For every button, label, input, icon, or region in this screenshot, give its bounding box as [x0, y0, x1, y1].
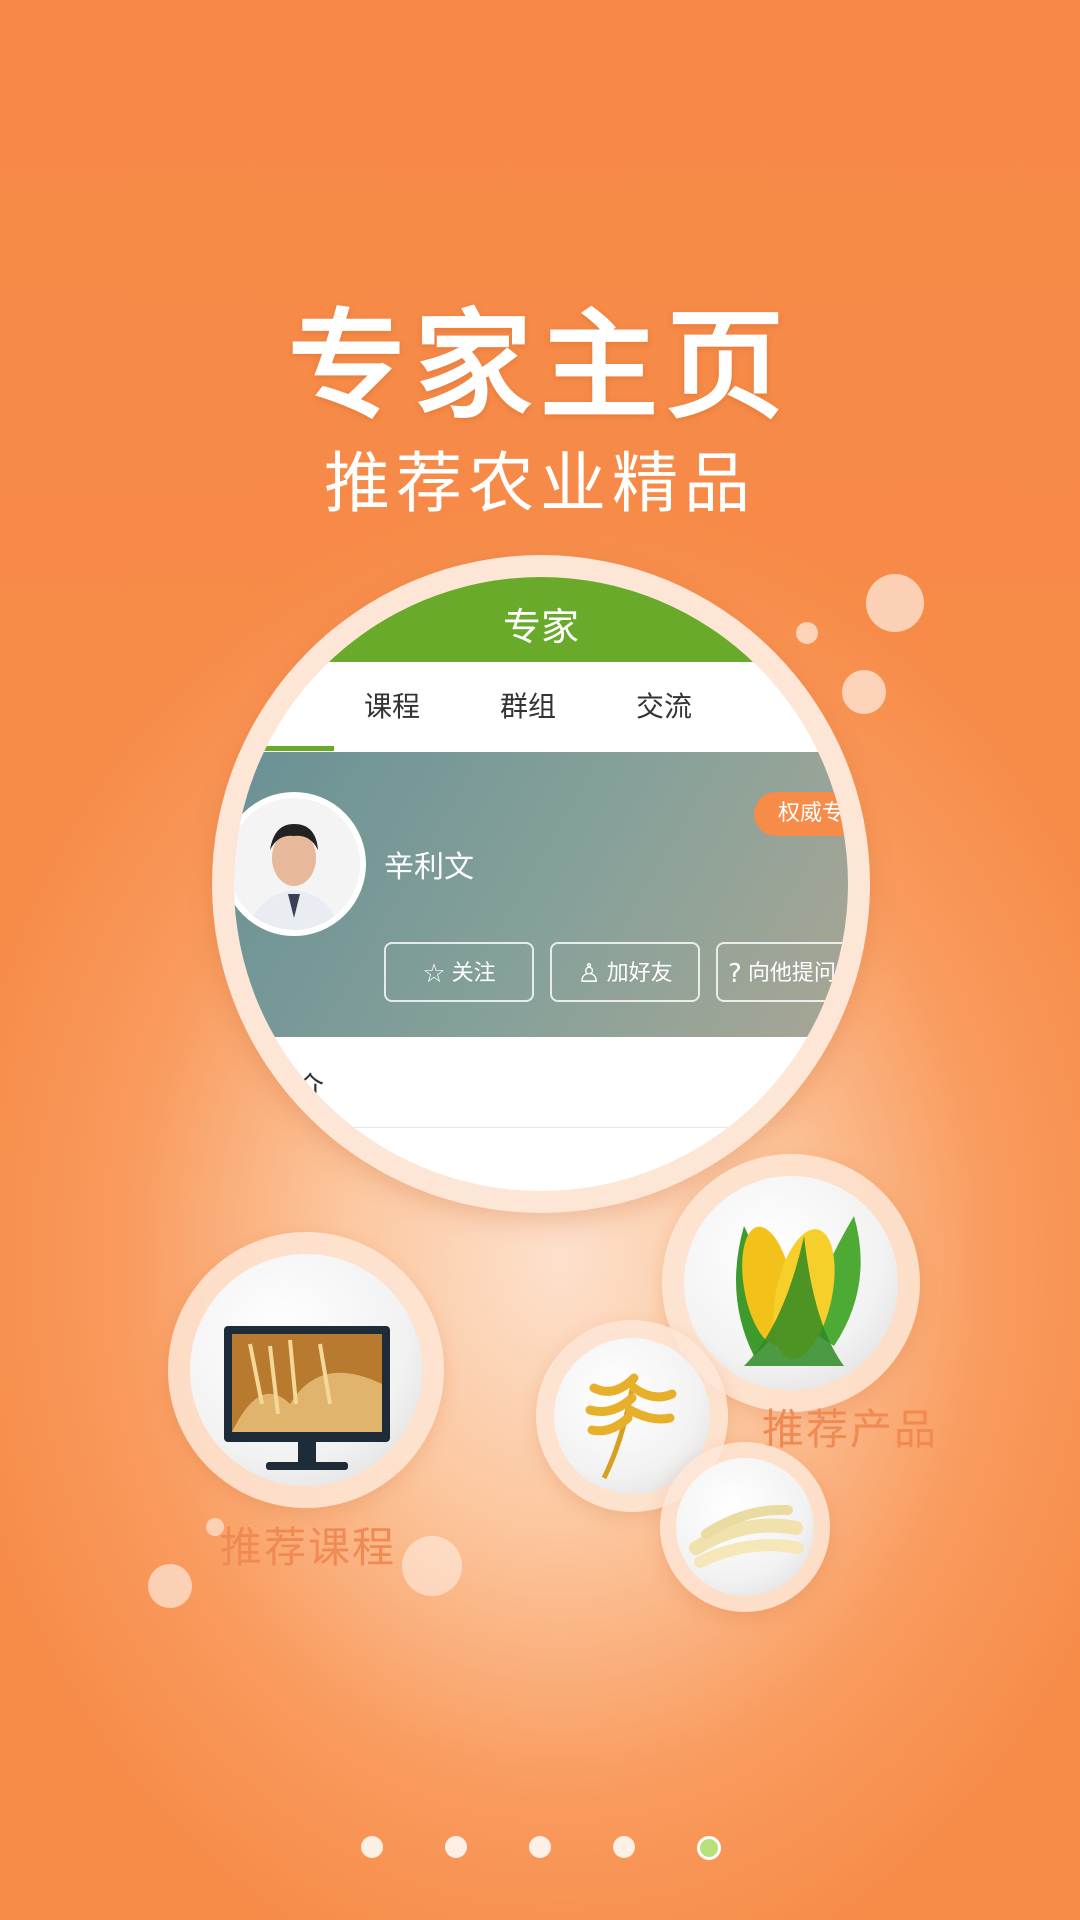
pager-dot-1[interactable]: [361, 1836, 383, 1858]
page-title: 专家主页: [287, 297, 792, 435]
pager-dot-2[interactable]: [445, 1836, 467, 1858]
follow-button[interactable]: ☆ 关注: [384, 942, 534, 1002]
tab-groups[interactable]: 群组: [500, 662, 556, 752]
add-friend-label: 加好友: [606, 961, 673, 986]
monitor-icon: [224, 1326, 390, 1470]
authority-badge: 权威专: [754, 792, 848, 836]
expert-name: 辛利文: [384, 850, 474, 885]
bubble-decoration: [842, 670, 886, 714]
intro-text: 玉米: [334, 1148, 382, 1176]
grain-circle: [660, 1442, 830, 1612]
expert-preview-magnifier: 专家 课程 群组 交流 辛利文 权威专 ☆ 关注 ♙ 加好友 ? 向他提问 简介…: [212, 555, 870, 1213]
onboarding-screen: 专家主页 推荐农业精品 专家 课程 群组 交流 辛利文 权威专 ☆ 关注 ♙ 加…: [0, 0, 1080, 1920]
pager-dot-3[interactable]: [529, 1836, 551, 1858]
follow-label: 关注: [451, 961, 496, 986]
bubble-decoration: [148, 1564, 192, 1608]
intro-more-link[interactable]: 更: [789, 1065, 815, 1102]
bubble-decoration: [866, 574, 924, 632]
intro-row[interactable]: 简介 更: [234, 1037, 848, 1128]
courses-label: 推荐课程: [220, 1523, 397, 1572]
add-user-icon: ♙: [577, 959, 601, 989]
add-friend-button[interactable]: ♙ 加好友: [550, 942, 700, 1002]
expert-preview: 专家 课程 群组 交流 辛利文 权威专 ☆ 关注 ♙ 加好友 ? 向他提问 简介…: [234, 577, 848, 1191]
ask-label: 向他提问: [747, 961, 836, 986]
preview-tab-bar: 课程 群组 交流: [234, 662, 848, 753]
avatar: [234, 792, 366, 936]
tab-courses[interactable]: 课程: [364, 662, 420, 752]
grain-icon: [689, 1504, 804, 1568]
tab-underline: [234, 746, 334, 751]
star-icon: ☆: [422, 959, 446, 989]
tab-exchange[interactable]: 交流: [636, 662, 692, 752]
question-icon: ?: [728, 959, 742, 989]
pager-dot-4[interactable]: [613, 1836, 635, 1858]
expert-profile-card: 辛利文 权威专 ☆ 关注 ♙ 加好友 ? 向他提问: [234, 752, 848, 1037]
bubble-decoration: [402, 1536, 462, 1596]
page-subtitle: 推荐农业精品: [324, 445, 756, 522]
products-label: 推荐产品: [762, 1405, 939, 1454]
preview-header-title: 专家: [234, 577, 848, 662]
course-circle[interactable]: [168, 1232, 444, 1508]
intro-label: 简介: [268, 1070, 325, 1103]
pager-dot-5-active[interactable]: [697, 1836, 721, 1860]
corn-icon: [736, 1216, 861, 1366]
ask-question-button[interactable]: ? 向他提问: [716, 942, 848, 1002]
expert-portrait-icon: [234, 798, 360, 930]
